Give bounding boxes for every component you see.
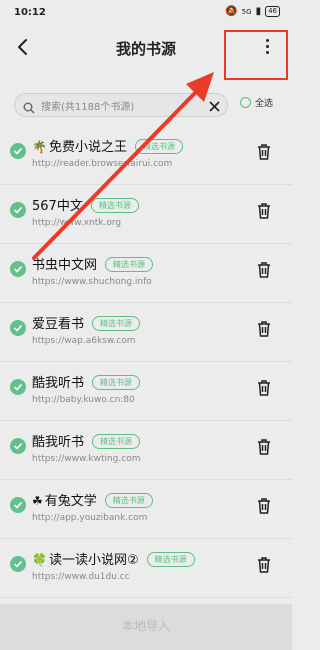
list-item[interactable]: 🌴 免费小说之王 精选书源 http://reader.browserfairui.… [0,126,292,185]
trash-icon[interactable] [256,497,272,515]
list-item[interactable]: ☘ 有兔文学 精选书源 http://app.youzibank.com [0,480,292,539]
check-icon[interactable] [10,261,26,277]
source-name: 书虫中文网 精选书源 [32,254,154,273]
check-icon[interactable] [10,202,26,218]
list-item[interactable]: 爱豆看书 精选书源 https://wap.a6ksw.com [0,303,292,362]
search-bar[interactable]: 搜索(共1188个书源) [14,93,228,117]
clover-icon: 🍀 [32,553,47,567]
featured-tag: 精选书源 [104,493,153,508]
trash-icon[interactable] [256,261,272,279]
check-icon[interactable] [10,143,26,159]
trash-icon[interactable] [256,379,272,397]
source-name: 酷我听书 精选书源 [32,431,141,450]
featured-tag: 精选书源 [90,198,139,213]
check-icon[interactable] [10,497,26,513]
featured-tag: 精选书源 [146,552,195,567]
mute-icon: 🔕 [225,6,238,17]
source-url: http://baby.kuwo.cn:80 [32,395,135,405]
featured-tag: 精选书源 [92,375,141,390]
status-time: 10:12 [14,7,46,18]
check-icon[interactable] [10,438,26,454]
trash-icon[interactable] [256,556,272,574]
trash-icon[interactable] [256,143,272,161]
source-name: 🌴 免费小说之王 精选书源 [32,136,183,155]
search-placeholder[interactable]: 搜索(共1188个书源) [41,98,134,113]
featured-tag: 精选书源 [105,257,154,272]
trash-icon[interactable] [256,202,272,220]
battery-icon: 46 [265,6,280,17]
clear-icon[interactable] [208,98,221,112]
list-item[interactable]: 酷我听书 精选书源 https://www.kwting.com [0,421,292,480]
search-icon [23,99,35,114]
trash-icon[interactable] [256,320,272,338]
shamrock-icon: ☘ [32,494,43,508]
source-name: ☘ 有兔文学 精选书源 [32,490,153,509]
source-url: http://reader.browserfairui.com [32,159,173,169]
annotation-highlight-box [224,30,288,80]
featured-tag: 精选书源 [92,316,141,331]
palm-icon: 🌴 [32,140,47,154]
source-name: 酷我听书 精选书源 [32,372,141,391]
list-item[interactable]: 567中文 精选书源 http://www.xntk.org [0,185,292,244]
select-all[interactable]: 全选 [240,96,273,109]
source-name: 🍀 读一读小说网② 精选书源 [32,549,195,568]
source-url: https://www.du1du.cc [32,572,130,582]
network-label: 5G [241,7,252,16]
local-import-button[interactable]: 本地导入 [0,604,292,650]
list-item[interactable]: 酷我听书 精选书源 http://baby.kuwo.cn:80 [0,362,292,421]
select-all-radio-icon[interactable] [240,97,251,108]
source-url: https://www.shuchong.info [32,277,152,287]
status-icons: 🔕 5G ▮ 46 [225,6,280,17]
check-icon[interactable] [10,379,26,395]
source-list: 🌴 免费小说之王 精选书源 http://reader.browserfairui.… [0,126,292,598]
check-icon[interactable] [10,320,26,336]
source-url: http://www.xntk.org [32,218,122,228]
trash-icon[interactable] [256,438,272,456]
source-url: https://www.kwting.com [32,454,141,464]
source-url: http://app.youzibank.com [32,513,148,523]
select-all-label: 全选 [255,99,274,109]
source-name: 爱豆看书 精选书源 [32,313,141,332]
check-icon[interactable] [10,556,26,572]
featured-tag: 精选书源 [92,434,141,449]
status-bar: 10:12 🔕 5G ▮ 46 [0,0,292,26]
list-item[interactable]: 🍀 读一读小说网② 精选书源 https://www.du1du.cc [0,539,292,598]
featured-tag: 精选书源 [134,139,183,154]
list-item[interactable]: 书虫中文网 精选书源 https://www.shuchong.info [0,244,292,303]
source-url: https://wap.a6ksw.com [32,336,136,346]
signal-icon: ▮ [255,6,262,17]
source-name: 567中文 精选书源 [32,195,139,214]
